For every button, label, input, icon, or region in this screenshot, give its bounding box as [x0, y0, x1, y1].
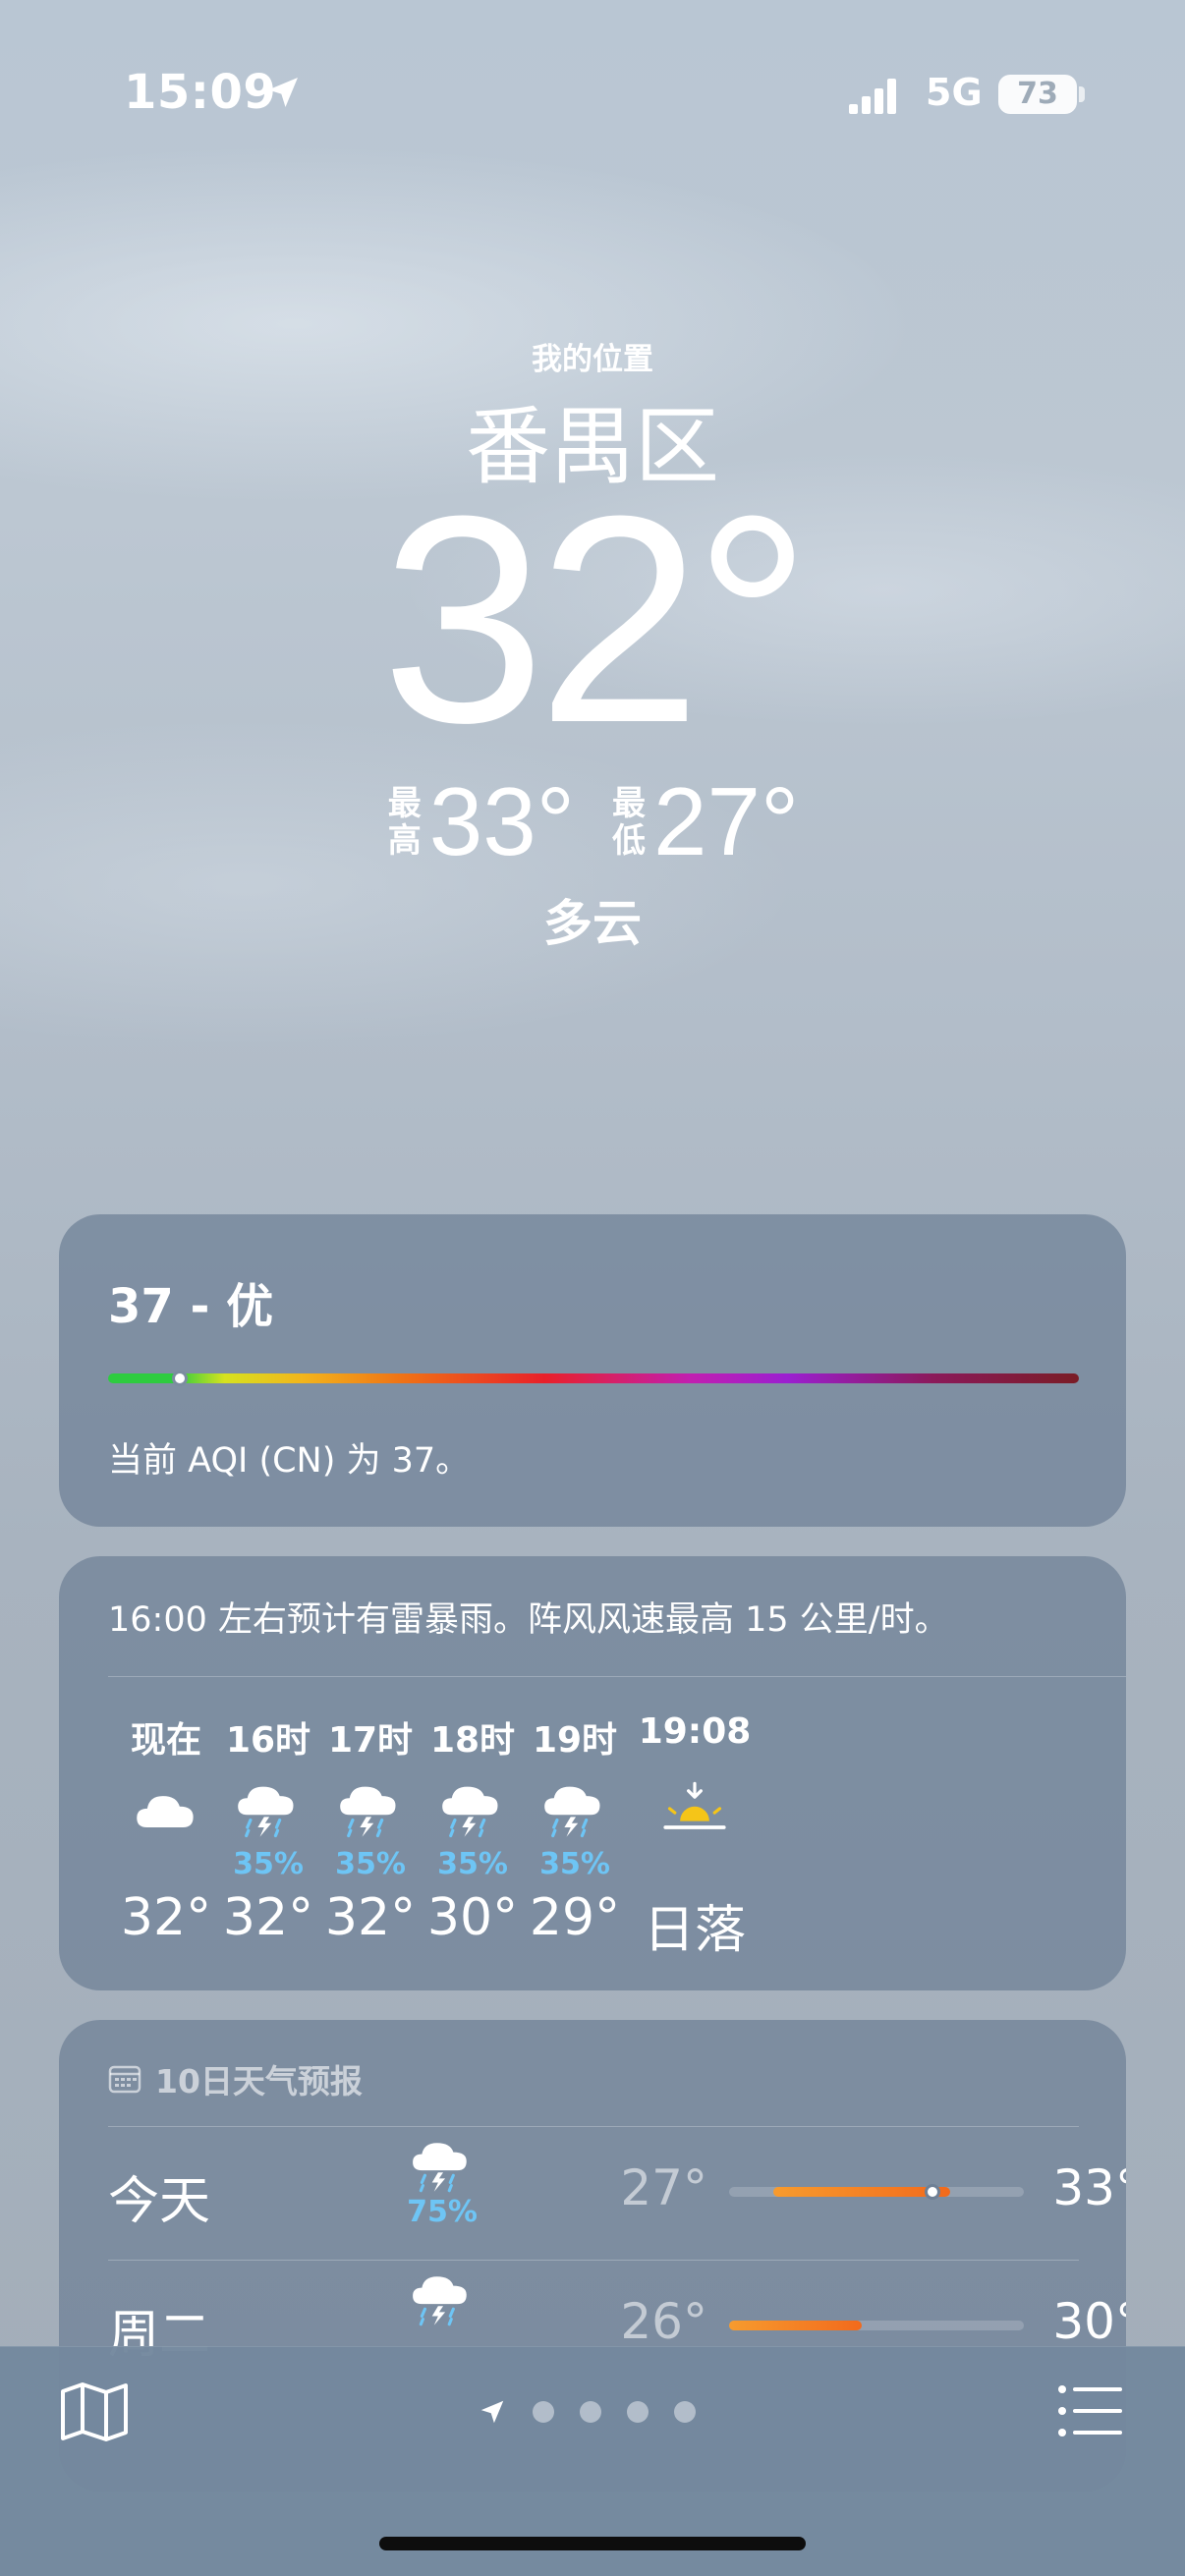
- thunderstorm-icon: [238, 1786, 294, 1838]
- day-high-temp: 30°: [1052, 2293, 1126, 2350]
- day-low-temp: 26°: [620, 2293, 707, 2350]
- page-dot[interactable]: [674, 2401, 696, 2423]
- high-label: 最高: [387, 783, 422, 861]
- aqi-scale-bar: [108, 1373, 1079, 1383]
- weather-condition: 多云: [543, 895, 642, 952]
- page-dot[interactable]: [627, 2401, 649, 2423]
- map-icon[interactable]: [59, 2381, 130, 2442]
- location-arrow-icon: [268, 78, 298, 107]
- daily-header: 10日天气预报: [108, 2055, 363, 2102]
- aqi-description: 当前 AQI (CN) 为 37。: [108, 1441, 471, 1481]
- temp-range-track: [729, 2184, 1024, 2200]
- low-temp: 27°: [653, 767, 800, 875]
- thunderstorm-icon: [413, 2276, 467, 2326]
- hourly-temp: 日落: [643, 1901, 746, 1960]
- hourly-item: 19:08 日落: [621, 1711, 768, 1962]
- temp-range-fill: [729, 2321, 862, 2330]
- thunderstorm-icon: [544, 1786, 600, 1838]
- home-indicator[interactable]: [379, 2537, 806, 2550]
- sunset-icon: [663, 1781, 726, 1829]
- thunderstorm-icon: [340, 1786, 396, 1838]
- current-temp-marker: [925, 2184, 940, 2200]
- battery-tip: [1079, 86, 1085, 102]
- high-group: 最高 33°: [386, 766, 575, 877]
- daily-title: 10日天气预报: [155, 2062, 363, 2100]
- my-location-label: 我的位置: [532, 342, 653, 377]
- hourly-time: 19:08: [638, 1711, 752, 1752]
- aqi-card[interactable]: 37 - 优 当前 AQI (CN) 为 37。: [59, 1214, 1126, 1527]
- page-dot[interactable]: [533, 2401, 554, 2423]
- hourly-divider: [108, 1676, 1126, 1677]
- current-temperature: 32°: [381, 454, 812, 784]
- day-precip-prob: 75%: [407, 2195, 478, 2229]
- status-time: 15:09: [124, 65, 277, 120]
- day-icon-wrap: 75%: [354, 2138, 531, 2229]
- high-temp: 33°: [428, 767, 575, 875]
- network-type: 5G: [926, 71, 983, 114]
- page-dot[interactable]: [580, 2401, 601, 2423]
- high-low-row: 最高 33° 最低 27°: [0, 766, 1185, 877]
- calendar-icon: [108, 2065, 141, 2094]
- list-icon[interactable]: [1057, 2383, 1122, 2438]
- day-icon-wrap: [354, 2271, 531, 2332]
- page-indicator[interactable]: [478, 2397, 696, 2427]
- day-low-temp: 27°: [620, 2159, 707, 2216]
- low-label: 最低: [612, 783, 646, 861]
- daily-row[interactable]: 今天 75% 27° 33°: [59, 2126, 1126, 2260]
- temp-range-fill: [773, 2187, 950, 2197]
- hourly-summary: 16:00 左右预计有雷暴雨。阵风风速最高 15 公里/时。: [108, 1600, 949, 1640]
- low-group: 最低 27°: [610, 766, 799, 877]
- aqi-title: 37 - 优: [108, 1279, 274, 1334]
- battery-indicator: 73: [998, 75, 1077, 114]
- day-high-temp: 33°: [1052, 2159, 1126, 2216]
- signal-icon: [849, 79, 896, 114]
- thunderstorm-icon: [442, 1786, 498, 1838]
- aqi-level-marker: [172, 1371, 189, 1386]
- thunderstorm-icon: [413, 2143, 467, 2193]
- hourly-icon-wrap: [621, 1766, 768, 1855]
- cloud-icon: [137, 1796, 194, 1827]
- hourly-forecast-card[interactable]: 16:00 左右预计有雷暴雨。阵风风速最高 15 公里/时。 现在 32° 16时 3…: [59, 1556, 1126, 1990]
- location-page-icon[interactable]: [478, 2397, 507, 2427]
- temp-range-track: [729, 2321, 1024, 2330]
- day-name: 今天: [108, 2172, 211, 2231]
